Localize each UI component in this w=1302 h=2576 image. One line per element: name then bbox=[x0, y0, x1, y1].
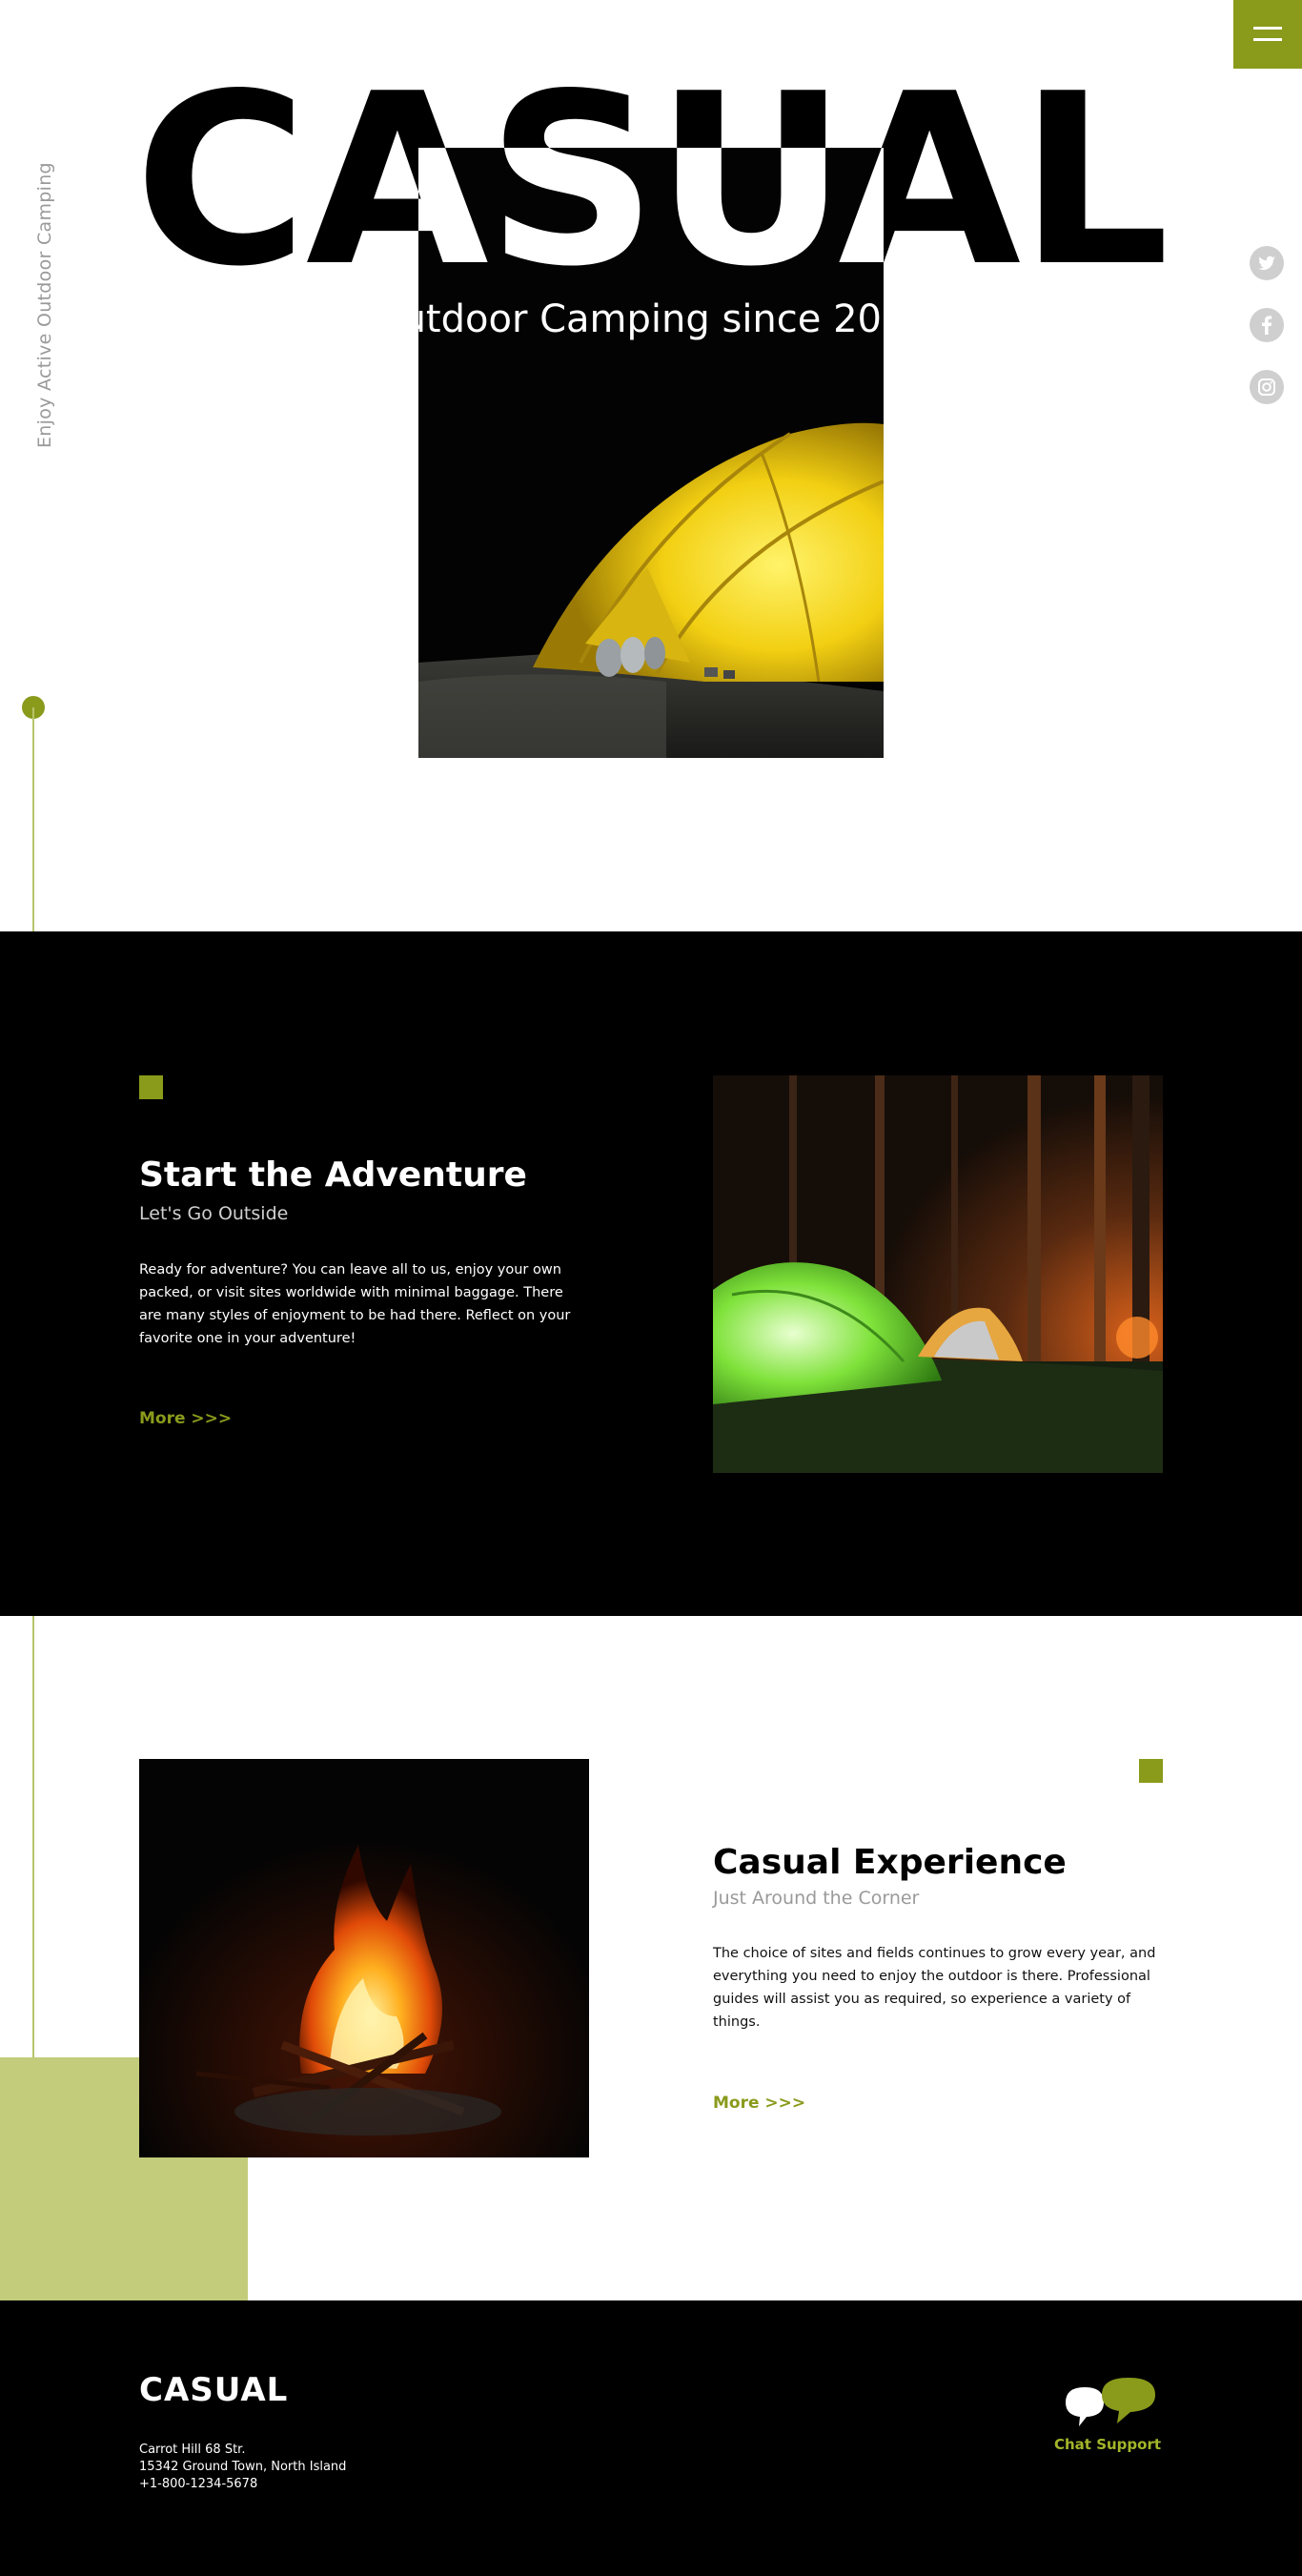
twitter-icon[interactable] bbox=[1250, 246, 1284, 280]
section-title: Start the Adventure bbox=[139, 1155, 527, 1195]
footer-logo[interactable]: CASUAL bbox=[139, 2371, 288, 2409]
brand-wordmark-overlay: CASUAL bbox=[418, 148, 884, 318]
hero-tagline: Outdoor Camping since 2001 bbox=[372, 297, 930, 341]
accent-square bbox=[1139, 1759, 1163, 1783]
instagram-icon[interactable] bbox=[1250, 370, 1284, 404]
side-caption: Enjoy Active Outdoor Camping bbox=[34, 162, 55, 448]
address-line: 15342 Ground Town, North Island bbox=[139, 2460, 347, 2474]
section-body: The choice of sites and fields continues… bbox=[713, 1946, 1156, 2030]
campsite-night-photo bbox=[713, 1075, 1163, 1473]
hamburger-menu-icon[interactable] bbox=[1233, 0, 1302, 69]
section-subtitle: Let's Go Outside bbox=[139, 1203, 289, 1224]
facebook-icon[interactable] bbox=[1250, 308, 1284, 342]
section-title: Casual Experience bbox=[713, 1843, 1067, 1882]
more-link[interactable]: More >>> bbox=[139, 1409, 232, 1428]
more-link[interactable]: More >>> bbox=[713, 2094, 805, 2113]
campfire-photo bbox=[139, 1759, 589, 2157]
address-line: Carrot Hill 68 Str. bbox=[139, 2443, 246, 2457]
accent-square bbox=[139, 1075, 163, 1099]
section-subtitle: Just Around the Corner bbox=[713, 1888, 920, 1909]
chat-support-label[interactable]: Chat Support bbox=[1054, 2436, 1161, 2453]
phone-number: +1-800-1234-5678 bbox=[139, 2477, 258, 2491]
section-body: Ready for adventure? You can leave all t… bbox=[139, 1262, 571, 1346]
